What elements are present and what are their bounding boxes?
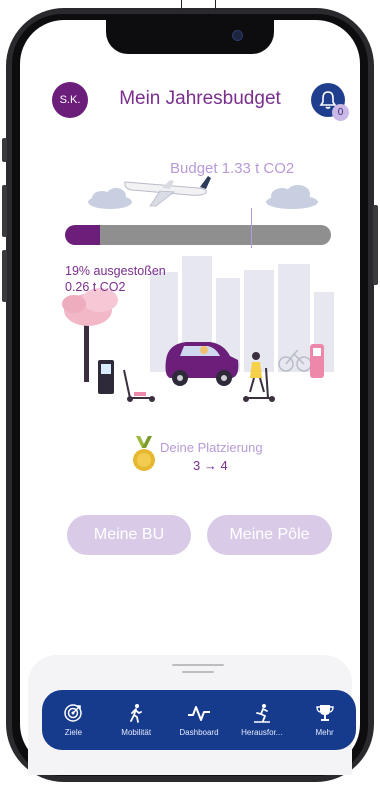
emitted-amount: 0.26 t CO2 bbox=[65, 280, 126, 294]
avatar[interactable]: S.K. bbox=[52, 82, 88, 118]
hanging-wire-right bbox=[215, 0, 216, 10]
volume-up-button bbox=[2, 185, 7, 237]
budget-progress-marker bbox=[251, 208, 252, 248]
climbing-icon bbox=[253, 704, 270, 723]
sky-illustration bbox=[88, 176, 318, 209]
bottom-navigation: Ziele Mobilität Dashboard Herausfor... M… bbox=[42, 690, 356, 750]
nav-label: Mehr bbox=[315, 728, 334, 737]
notification-badge: 0 bbox=[332, 104, 349, 121]
sheet-grabber[interactable] bbox=[172, 664, 224, 666]
meine-pole-button[interactable]: Meine Pôle bbox=[207, 515, 332, 555]
hanging-wire-left bbox=[181, 0, 182, 10]
trophy-icon bbox=[315, 705, 334, 721]
nav-label: Herausfor... bbox=[241, 728, 283, 737]
budget-progress-track bbox=[65, 225, 331, 245]
target-icon bbox=[64, 704, 83, 722]
page-title: Mein Jahresbudget bbox=[119, 88, 281, 109]
medal-icon bbox=[133, 436, 155, 471]
scooter-icon-left bbox=[123, 369, 155, 402]
bike-dock-icon bbox=[310, 344, 324, 378]
nav-label: Dashboard bbox=[179, 728, 219, 737]
nav-item-mobilitaet[interactable]: Mobilität bbox=[108, 703, 164, 737]
cloud-right bbox=[266, 185, 318, 209]
sheet-grabber-secondary bbox=[182, 671, 214, 673]
nav-item-ziele[interactable]: Ziele bbox=[45, 703, 101, 737]
activity-icon bbox=[187, 706, 210, 721]
walking-icon bbox=[130, 704, 143, 723]
nav-label: Ziele bbox=[64, 728, 83, 737]
cloud-left bbox=[88, 188, 132, 209]
nav-item-herausforderungen[interactable]: Herausfor... bbox=[234, 703, 290, 737]
airplane-icon bbox=[124, 176, 211, 207]
ranking-value: 3 → 4 bbox=[193, 458, 228, 473]
emitted-percent: 19% ausgestoßen bbox=[65, 264, 166, 278]
notch bbox=[106, 20, 274, 54]
volume-down-button bbox=[2, 250, 7, 302]
mute-switch bbox=[2, 138, 7, 162]
meine-bu-button[interactable]: Meine BU bbox=[67, 515, 191, 555]
emission-summary: 19% ausgestoßen 0.26 t CO2 bbox=[65, 263, 166, 295]
nav-item-mehr[interactable]: Mehr bbox=[297, 703, 353, 737]
ranking-label: Deine Platzierung bbox=[160, 440, 263, 455]
budget-label: Budget 1.33 t CO2 bbox=[170, 160, 295, 177]
front-camera bbox=[232, 30, 243, 41]
budget-progress-fill bbox=[65, 225, 100, 245]
power-button bbox=[373, 205, 378, 285]
nav-item-dashboard[interactable]: Dashboard bbox=[171, 703, 227, 737]
charging-station-icon bbox=[98, 360, 114, 394]
nav-label: Mobilität bbox=[121, 728, 152, 737]
